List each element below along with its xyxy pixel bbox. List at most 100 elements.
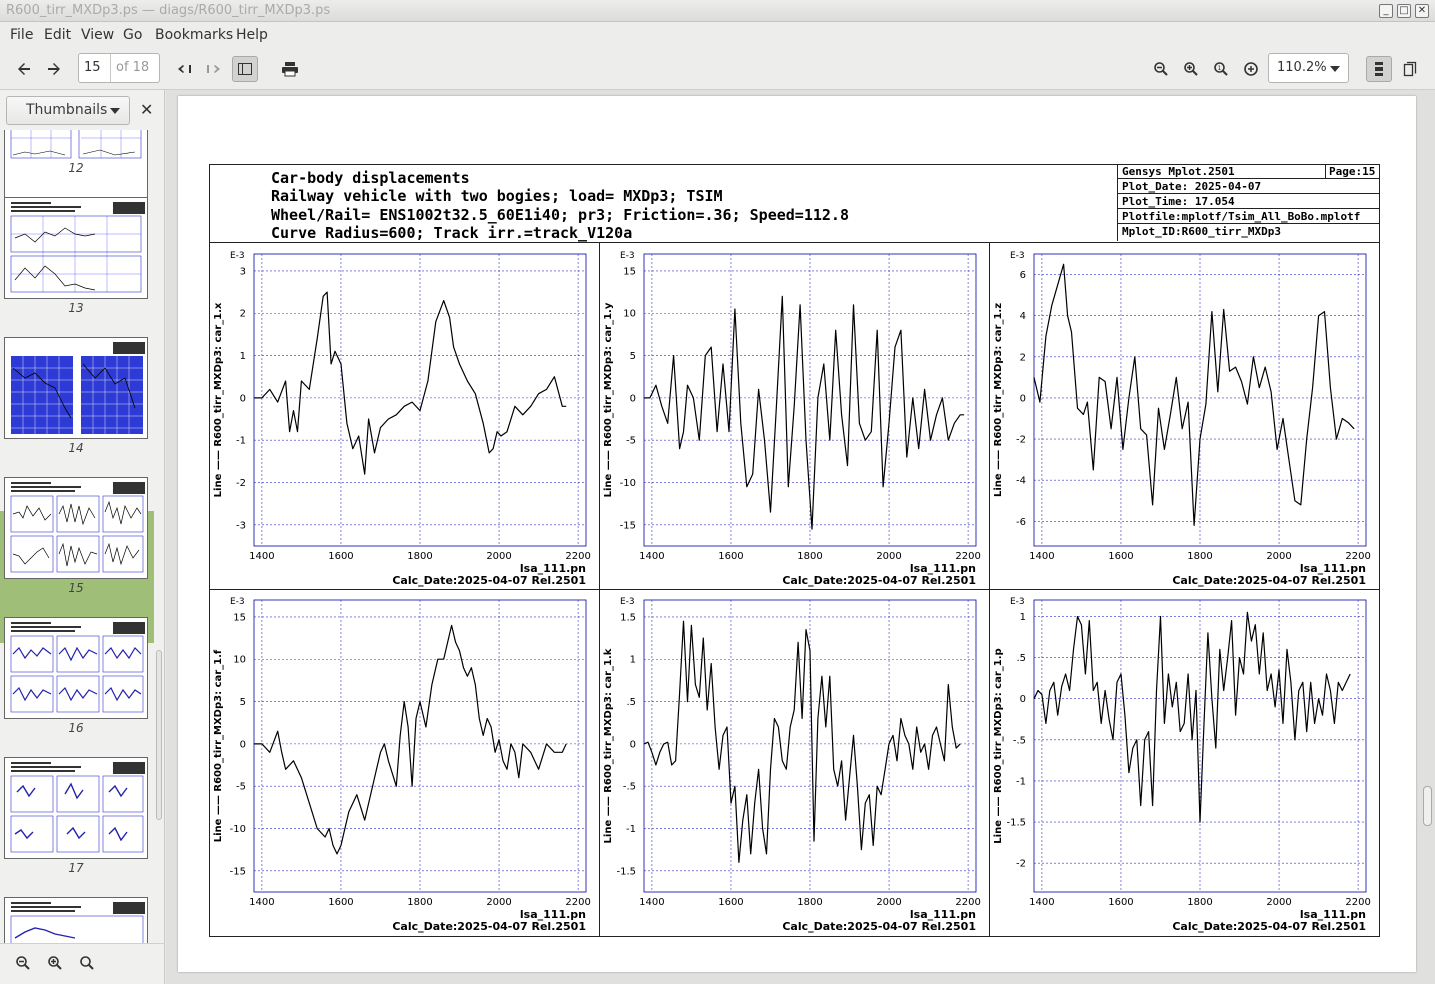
- y-tick-label: -10: [230, 824, 246, 835]
- thumbnail-page-16[interactable]: [4, 617, 148, 719]
- y-tick-label: -2: [1016, 435, 1026, 446]
- continuous-view-icon[interactable]: [1366, 56, 1392, 82]
- menu-edit[interactable]: Edit: [44, 27, 71, 43]
- menu-file[interactable]: File: [10, 27, 33, 43]
- series-line: [1033, 611, 1351, 823]
- x-tick-label: 1800: [797, 897, 822, 908]
- y-tick-label: -1: [1016, 776, 1026, 787]
- zoom-out-icon[interactable]: [1148, 56, 1174, 82]
- panel-footer-calc-date: Calc_Date:2025-04-07 Rel.2501: [392, 574, 586, 587]
- y-tick-label: -3: [236, 520, 246, 531]
- x-tick-label: 1800: [797, 551, 822, 562]
- series-line: [644, 295, 965, 530]
- y-scale-label: E-3: [1010, 251, 1025, 261]
- zoom-original-icon[interactable]: [74, 950, 100, 976]
- info-page: Page:15: [1325, 164, 1380, 179]
- chart-panel-1: 1400 1600 1800 2000 2200 -3 -2 -1 0 1 2 3 E-3 Line ——…: [213, 251, 591, 587]
- zoom-out-icon[interactable]: [10, 950, 36, 976]
- chart-panel-3: 1400 1600 1800 2000 2200 -6 -4 -2 0 2 4 6 E-3 Line ——…: [993, 251, 1371, 587]
- panel-footer-calc-date: Calc_Date:2025-04-07 Rel.2501: [1172, 574, 1366, 587]
- maximize-button[interactable]: □: [1397, 4, 1411, 18]
- close-icon[interactable]: ✕: [140, 100, 153, 119]
- x-tick-label: 1400: [639, 551, 664, 562]
- dual-page-icon[interactable]: [1397, 56, 1423, 82]
- y-tick-label: -1.5: [616, 866, 636, 877]
- menu-bar: File Edit View Go Bookmarks Help: [0, 22, 1435, 48]
- y-axis-label: Line —— R600_tirr_MXDp3: car_1.z: [993, 303, 1004, 497]
- y-tick-label: .5: [1016, 653, 1026, 664]
- x-tick-label: 1800: [407, 897, 432, 908]
- current-page-input[interactable]: 15: [79, 54, 111, 82]
- history-forward-icon[interactable]: [201, 56, 227, 82]
- y-tick-label: 1.5: [620, 612, 636, 623]
- sidebar-zoom-controls: [0, 943, 165, 984]
- y-scale-label: E-3: [230, 251, 245, 261]
- x-tick-label: 2200: [1345, 551, 1370, 562]
- y-tick-label: 0: [1020, 694, 1026, 705]
- info-mplot-id: Mplot_ID:R600_tirr_MXDp3: [1122, 225, 1281, 238]
- sidebar-toggle-icon[interactable]: [232, 56, 258, 82]
- zoom-fit-icon[interactable]: [1238, 56, 1264, 82]
- chart-panel-6: 1400 1600 1800 2000 2200 -2 -1.5 -1 -.5 0 .5 1 E-3 Li…: [993, 597, 1371, 933]
- plot-subtitle-vehicle: Railway vehicle with two bogies; load= M…: [271, 187, 723, 205]
- zoom-in-icon[interactable]: [42, 950, 68, 976]
- back-arrow-icon[interactable]: [11, 56, 37, 82]
- x-tick-label: 2200: [955, 897, 980, 908]
- y-tick-label: -1: [236, 436, 246, 447]
- y-tick-label: -6: [1016, 517, 1026, 528]
- zoom-original-icon[interactable]: 1: [1208, 56, 1234, 82]
- x-tick-label: 2000: [1266, 897, 1291, 908]
- thumbnail-list[interactable]: 12 13 14 15 16 17: [0, 130, 156, 943]
- x-tick-label: 2200: [565, 897, 590, 908]
- history-back-icon[interactable]: [171, 56, 197, 82]
- x-tick-label: 1400: [249, 897, 274, 908]
- x-tick-label: 1600: [718, 551, 743, 562]
- panel-footer-calc-date: Calc_Date:2025-04-07 Rel.2501: [1172, 920, 1366, 933]
- x-tick-label: 1600: [328, 897, 353, 908]
- menu-go[interactable]: Go: [123, 27, 142, 43]
- plot-info-box: Gensys Mplot.2501 Page:15 Plot_Date: 2025…: [1117, 164, 1380, 241]
- x-tick-label: 1600: [1108, 551, 1133, 562]
- close-window-button[interactable]: ✕: [1415, 4, 1429, 18]
- menu-bookmarks[interactable]: Bookmarks: [155, 27, 233, 43]
- y-tick-label: 0: [240, 739, 246, 750]
- thumbnail-page-15[interactable]: [4, 477, 148, 579]
- thumbnail-label: 17: [68, 861, 84, 875]
- page-total-label: of 18: [116, 60, 150, 75]
- y-tick-label: 15: [623, 266, 636, 277]
- y-tick-label: -15: [620, 520, 636, 531]
- thumbnail-page-14[interactable]: [4, 337, 148, 439]
- thumbnail-page-13[interactable]: [4, 197, 148, 299]
- x-tick-label: 1800: [1187, 551, 1212, 562]
- y-scale-label: E-3: [620, 597, 635, 607]
- menu-help[interactable]: Help: [236, 27, 268, 43]
- series-line: [643, 620, 961, 863]
- minimize-button[interactable]: _: [1379, 4, 1393, 18]
- y-axis-label: Line —— R600_tirr_MXDp3: car_1.k: [603, 648, 614, 843]
- y-tick-label: 1: [1020, 612, 1026, 623]
- sidebar-scrollbar[interactable]: [156, 650, 162, 820]
- document-scrollbar[interactable]: [1423, 786, 1432, 826]
- y-tick-label: 2: [1020, 352, 1026, 363]
- page-number-field[interactable]: 15 of 18: [78, 53, 160, 83]
- forward-arrow-icon[interactable]: [41, 56, 67, 82]
- sidebar-mode-select[interactable]: Thumbnails: [6, 96, 130, 125]
- y-tick-label: 10: [233, 655, 246, 666]
- info-plot-date: Plot_Date: 2025-04-07: [1118, 179, 1380, 194]
- y-tick-label: -.5: [1013, 735, 1026, 746]
- y-tick-label: 5: [630, 351, 636, 362]
- thumbnail-page-18[interactable]: [4, 897, 148, 943]
- window-titlebar: R600_tirr_MXDp3.ps — diags/R600_tirr_MXD…: [0, 0, 1435, 22]
- chart-panel-4: 1400 1600 1800 2000 2200 -15 -10 -5 0 5 10 15 E-3 Lin…: [213, 597, 591, 933]
- plot-title: Car-body displacements: [271, 169, 470, 187]
- y-tick-label: -1: [626, 824, 636, 835]
- y-scale-label: E-3: [230, 597, 245, 607]
- menu-view[interactable]: View: [81, 27, 114, 43]
- thumbnail-page-17[interactable]: [4, 757, 148, 859]
- print-icon[interactable]: [277, 56, 303, 82]
- y-tick-label: 6: [1020, 270, 1026, 281]
- y-tick-label: 0: [240, 393, 246, 404]
- info-plot-time: Plot_Time: 17.054: [1118, 194, 1380, 209]
- zoom-select[interactable]: 110.2%: [1268, 53, 1349, 83]
- zoom-in-icon[interactable]: [1178, 56, 1204, 82]
